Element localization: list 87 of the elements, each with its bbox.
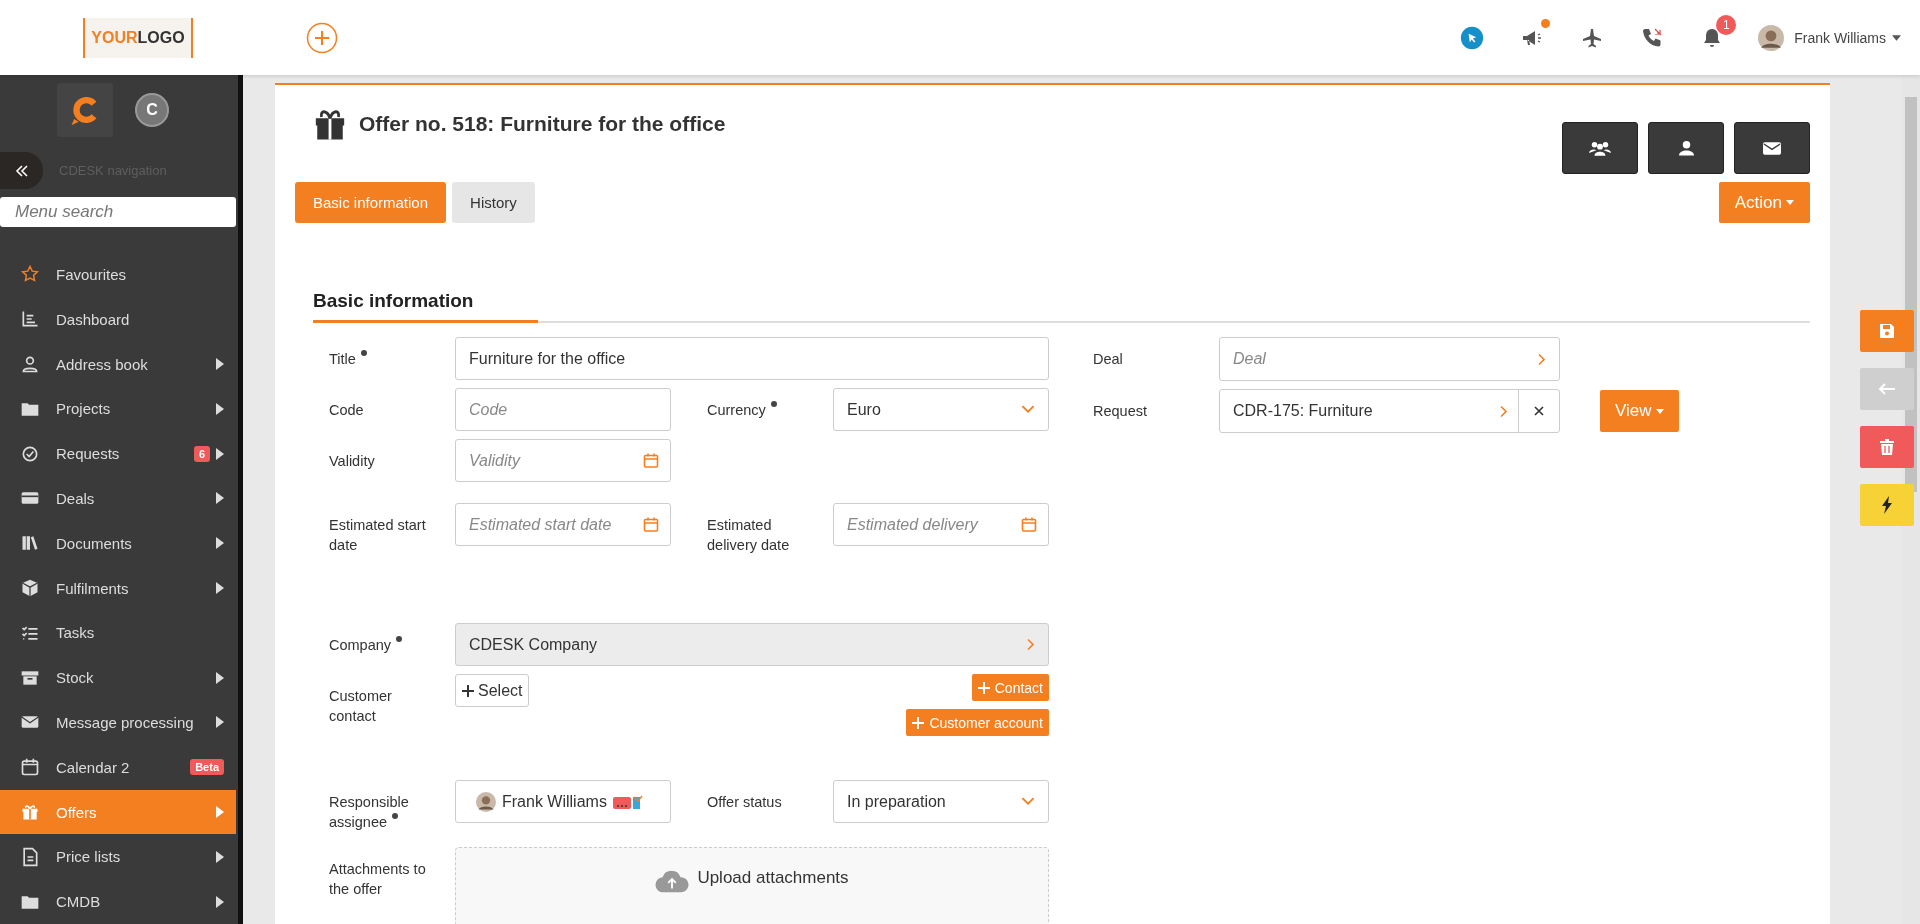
quick-action-button[interactable] — [1860, 484, 1914, 526]
select-field[interactable]: Euro — [833, 388, 1049, 431]
lookup-field[interactable]: CDR-175: Furniture — [1219, 389, 1560, 433]
menu-item[interactable]: Message processing — [0, 700, 236, 745]
field-label: Deal — [1093, 351, 1123, 367]
field-label: Estimated start date — [329, 517, 426, 553]
double-chevron-icon — [13, 162, 30, 179]
email-button[interactable] — [1734, 122, 1810, 174]
menu-item[interactable]: Deals — [0, 476, 236, 521]
app-logo-tile[interactable] — [57, 82, 113, 137]
text-field[interactable]: Code — [455, 388, 671, 431]
cube-icon — [20, 578, 40, 598]
gift-icon — [20, 802, 40, 822]
menu-badge: 6 — [193, 445, 210, 462]
avatar-icon[interactable] — [1758, 24, 1785, 51]
menu-item[interactable]: Documents — [0, 520, 236, 566]
chevron-down-icon — [1021, 797, 1035, 806]
calendar-icon[interactable] — [643, 452, 659, 469]
tab[interactable]: History — [452, 182, 535, 223]
lightning-icon — [1881, 496, 1893, 514]
notification-badge: 1 — [1716, 14, 1737, 35]
upload-area[interactable]: Upload attachments — [455, 847, 1049, 924]
delete-button[interactable] — [1860, 426, 1914, 468]
cloud-upload-icon — [655, 868, 690, 894]
avatar-icon — [476, 791, 496, 812]
menu-item[interactable]: Fulfilments — [0, 565, 236, 611]
people-icon — [1589, 140, 1611, 156]
trash-icon — [1880, 439, 1894, 455]
menu-item[interactable]: Tasks — [0, 610, 236, 656]
page-title: Offer no. 518: Furniture for the office — [359, 112, 726, 136]
menu-item[interactable]: Dashboard — [0, 296, 236, 342]
caret-icon[interactable] — [1892, 34, 1901, 41]
user-menu[interactable]: Frank Williams — [1794, 29, 1886, 46]
field-label: Company — [329, 637, 392, 653]
close-icon — [1534, 406, 1544, 416]
calendar-icon[interactable] — [643, 516, 659, 533]
menu-item[interactable]: Stock — [0, 655, 236, 700]
lookup-field[interactable]: Deal — [1219, 337, 1560, 381]
chevron-right-icon — [1500, 404, 1508, 418]
date-field[interactable]: Estimated start date — [455, 503, 671, 546]
select-button[interactable]: Select — [455, 674, 530, 707]
date-field[interactable]: Estimated delivery — [833, 503, 1049, 546]
envelope-icon — [1763, 141, 1781, 155]
chevron-right-icon — [1027, 638, 1035, 651]
section-title: Basic information — [313, 290, 538, 323]
person-icon — [20, 354, 40, 375]
menu-item[interactable]: Calendar 2 Beta — [0, 744, 236, 790]
add-icon[interactable] — [306, 21, 338, 54]
save-button[interactable] — [1860, 310, 1914, 352]
menu-item[interactable]: Projects — [0, 386, 236, 432]
field-label: Estimated delivery date — [707, 517, 790, 553]
field-label: Title — [329, 351, 356, 367]
calendar-icon — [20, 757, 40, 778]
text-field[interactable]: Furniture for the office — [455, 337, 1049, 380]
menu-badge: Beta — [190, 759, 224, 776]
arrow-left-icon — [1878, 383, 1896, 395]
field-label: Responsible assignee — [329, 794, 409, 830]
cursor-icon[interactable] — [1460, 25, 1485, 50]
app-initial[interactable]: C — [135, 92, 169, 127]
chevron-right-icon — [1538, 352, 1546, 366]
date-field[interactable]: Validity — [455, 439, 671, 482]
menu-search-field[interactable]: Menu search — [0, 197, 236, 228]
chevron-down-icon — [1021, 405, 1035, 414]
calendar-icon[interactable] — [1021, 516, 1037, 533]
menu-item[interactable]: Requests 6 — [0, 431, 236, 477]
status-icons-drawing — [612, 793, 645, 810]
field-label: Offer status — [707, 794, 782, 810]
collapse-button[interactable] — [0, 152, 43, 190]
person-icon — [1678, 140, 1694, 156]
menu-item[interactable]: Price lists — [0, 834, 236, 880]
field-label: Currency — [707, 402, 766, 418]
menu-item[interactable]: Address book — [0, 341, 236, 387]
select-field[interactable]: In preparation — [833, 780, 1049, 823]
logo[interactable]: YOURLOGO — [83, 17, 193, 58]
field-label: Code — [329, 402, 364, 418]
field-label: Customer contact — [329, 688, 392, 724]
field-label: Request — [1093, 403, 1147, 419]
team-button[interactable] — [1562, 122, 1638, 174]
field-label: Attachments to the offer — [329, 861, 426, 897]
field-label: Validity — [329, 453, 375, 469]
person-button[interactable] — [1648, 122, 1724, 174]
gift-icon — [313, 107, 347, 141]
user-field[interactable]: Frank Williams — [455, 780, 671, 823]
menu-item[interactable]: CMDB — [0, 879, 236, 924]
chart-icon — [20, 309, 40, 330]
menu-item[interactable]: Favourites — [0, 252, 236, 297]
document-icon — [20, 846, 40, 867]
